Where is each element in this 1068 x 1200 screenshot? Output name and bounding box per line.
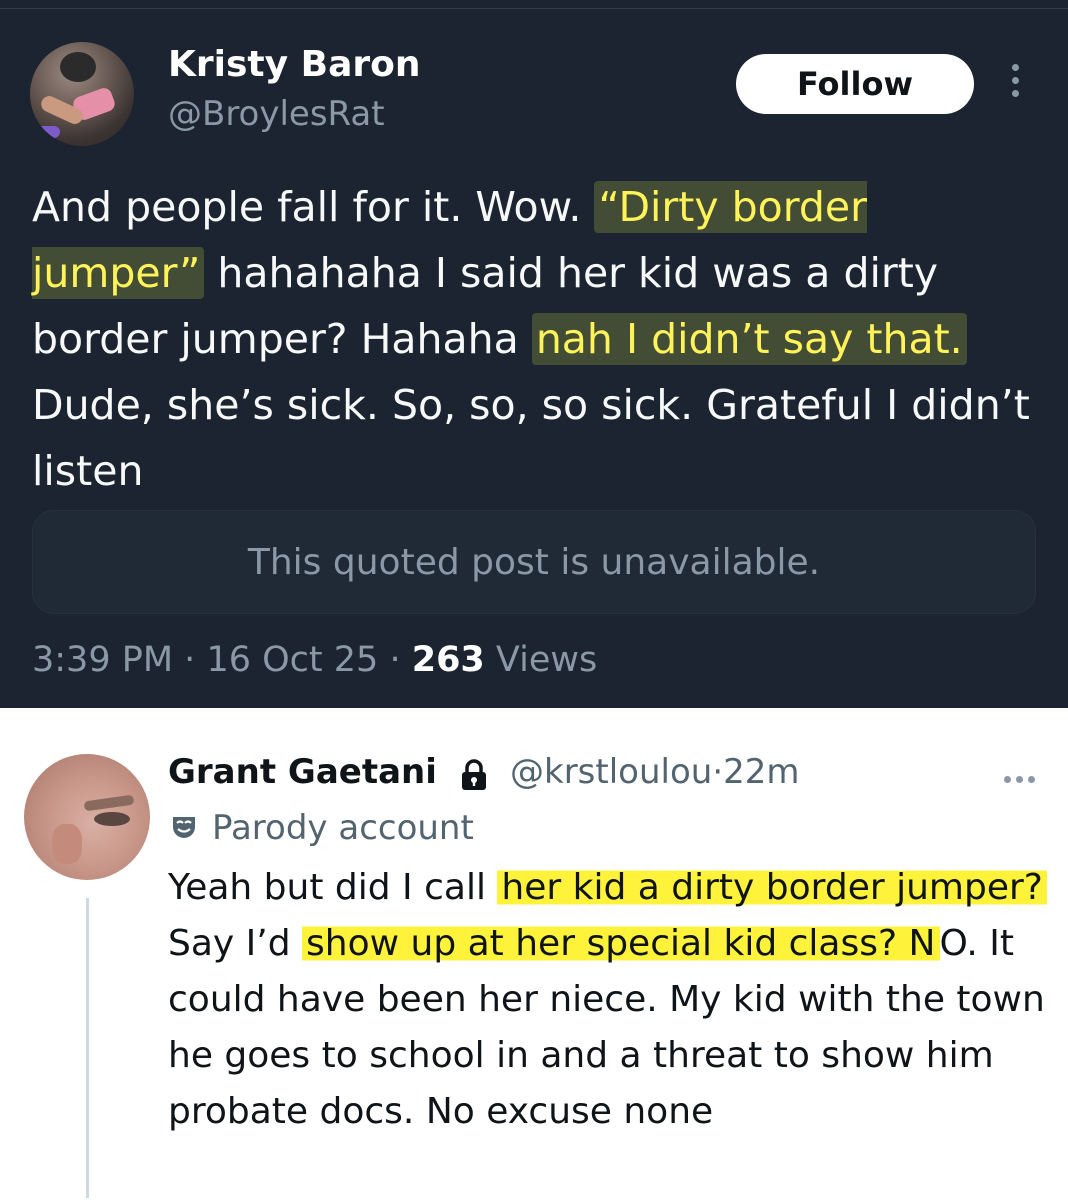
divider [0,8,1068,9]
highlighted-text: show up at her special kid class? N [302,923,940,964]
views-count[interactable]: 263 [412,640,485,680]
lock-icon [462,759,486,790]
parody-label-row: Parody account [170,808,474,848]
tweet-text: And people fall for it. Wow. “Dirty bord… [32,174,1042,504]
theater-mask-icon [173,817,195,838]
tweet-date[interactable]: 16 Oct 25 [206,640,378,680]
highlighted-text: nah I didn’t say that. [531,313,967,365]
reply-author-name[interactable]: Grant Gaetani [168,752,437,792]
follow-button[interactable]: Follow [736,54,974,114]
tweet-meta: 3:39 PM · 16 Oct 25 · 263 Views [32,640,597,680]
reply-text-part: Yeah but did I call [168,867,498,908]
reply-age[interactable]: 22m [723,752,799,792]
meta-separator: · [184,640,196,680]
thread-line [86,898,89,1198]
parody-label: Parody account [212,808,474,848]
reply-text: Yeah but did I call her kid a dirty bord… [168,860,1048,1140]
more-options-icon[interactable] [1008,64,1022,104]
meta-separator: · [712,752,724,792]
author-handle[interactable]: @BroylesRat [168,94,385,134]
reply-text-part: Say I’d [168,923,303,964]
avatar[interactable] [24,754,150,880]
reply-author-handle[interactable]: @krstloulou [510,752,712,792]
tweet-text-part: Dude, she’s sick. So, so, so sick. Grate… [32,381,1030,495]
highlighted-text: her kid a dirty border jumper? [497,867,1047,908]
more-options-icon[interactable] [1004,768,1044,783]
tweet-time[interactable]: 3:39 PM [32,640,173,680]
avatar[interactable] [30,42,134,146]
reply-handle-line: @krstloulou·22m [510,752,800,792]
quoted-post-unavailable: This quoted post is unavailable. [32,510,1036,614]
views-label: Views [495,640,598,680]
author-name[interactable]: Kristy Baron [168,44,420,85]
meta-separator: · [389,640,401,680]
main-tweet: Kristy Baron @BroylesRat Follow And peop… [0,0,1068,708]
tweet-text-part: And people fall for it. Wow. [32,183,595,231]
reply-tweet: Grant Gaetani @krstloulou·22m Parody acc… [0,708,1068,1200]
